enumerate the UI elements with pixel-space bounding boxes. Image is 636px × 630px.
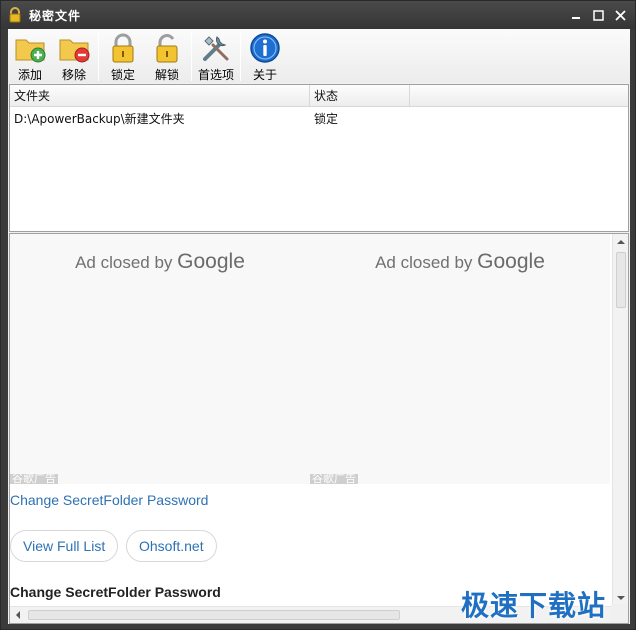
unlock-label: 解锁 [154,68,179,82]
chevron-left-icon [16,611,20,619]
folder-list[interactable]: 文件夹 状态 D:\ApowerBackup\新建文件夹 锁定 [9,84,629,232]
ad-label: 谷歌广告 [310,474,358,484]
ad-slot: Ad closed by Google 谷歌广告 [310,234,610,484]
list-item[interactable]: D:\ApowerBackup\新建文件夹 锁定 [10,107,628,131]
section-title: Change SecretFolder Password [10,584,221,600]
unlock-button[interactable]: 解锁 [145,29,189,83]
embedded-browser: Ad closed by Google 谷歌广告 Ad closed by Go… [9,233,629,624]
maximize-icon [592,9,604,21]
minimize-icon [572,17,580,19]
title-bar[interactable]: 秘密文件 [1,1,635,29]
client-area: 添加 移除 锁定 解锁 首选项 关于 文件夹 状态 D:\ApowerBacku… [8,29,630,624]
remove-folder-label: 移除 [61,68,86,82]
column-header-folder[interactable]: 文件夹 [10,85,310,107]
folder-remove-icon [59,39,90,63]
close-icon [614,9,626,21]
change-password-link[interactable]: Change SecretFolder Password [10,492,208,508]
folder-path: D:\ApowerBackup\新建文件夹 [14,112,185,126]
scroll-up-button[interactable] [613,234,628,250]
ad-closed-text: Ad closed by Google [10,250,310,274]
view-full-list-button[interactable]: View Full List [10,530,119,562]
maximize-button[interactable] [589,6,607,24]
add-folder-label: 添加 [17,68,42,82]
folder-list-header: 文件夹 状态 [10,85,628,107]
folder-add-icon [15,39,46,63]
close-button[interactable] [611,6,629,24]
preferences-label: 首选项 [197,68,234,82]
ad-closed-prefix: Ad closed by [75,253,173,272]
ad-closed-prefix: Ad closed by [375,253,473,272]
vertical-scroll-thumb[interactable] [616,252,626,308]
lock-app-icon [9,7,21,23]
about-button[interactable]: 关于 [243,29,287,83]
toolbar-separator [191,31,192,81]
horizontal-scroll-thumb[interactable] [28,610,400,620]
browser-viewport: Ad closed by Google 谷歌广告 Ad closed by Go… [10,234,613,606]
watermark: 极速下载站 [461,589,607,622]
toolbar-separator [98,31,99,81]
lock-label: 锁定 [110,68,135,82]
tools-icon [203,36,229,61]
ohsoft-link-button[interactable]: Ohsoft.net [126,530,217,562]
column-header-status[interactable]: 状态 [310,85,410,107]
add-folder-button[interactable]: 添加 [8,29,52,83]
google-brand: Google [177,250,245,273]
preferences-button[interactable]: 首选项 [194,29,238,83]
ad-slot: Ad closed by Google 谷歌广告 [10,234,310,484]
remove-folder-button[interactable]: 移除 [52,29,96,83]
toolbar: 添加 移除 锁定 解锁 首选项 关于 [8,29,630,83]
ad-label: 谷歌广告 [10,474,58,484]
chevron-up-icon [617,240,625,244]
vertical-scrollbar[interactable] [612,234,628,606]
window-title: 秘密文件 [29,8,82,23]
app-window: 秘密文件 添加 移除 锁定 解锁 首选项 关于 文件夹 状态 D:\Apower… [0,0,636,630]
chevron-down-icon [617,596,625,600]
unlock-icon [156,34,178,63]
ad-area: Ad closed by Google 谷歌广告 Ad closed by Go… [10,234,610,484]
lock-icon [112,33,134,63]
lock-button[interactable]: 锁定 [101,29,145,83]
scroll-left-button[interactable] [10,607,26,623]
info-icon [250,33,280,63]
folder-status: 锁定 [314,112,339,126]
minimize-button[interactable] [567,6,585,24]
ad-closed-text: Ad closed by Google [310,250,610,274]
scrollbar-corner [611,604,628,623]
toolbar-separator [240,31,241,81]
google-brand: Google [477,250,545,273]
about-label: 关于 [252,68,277,82]
